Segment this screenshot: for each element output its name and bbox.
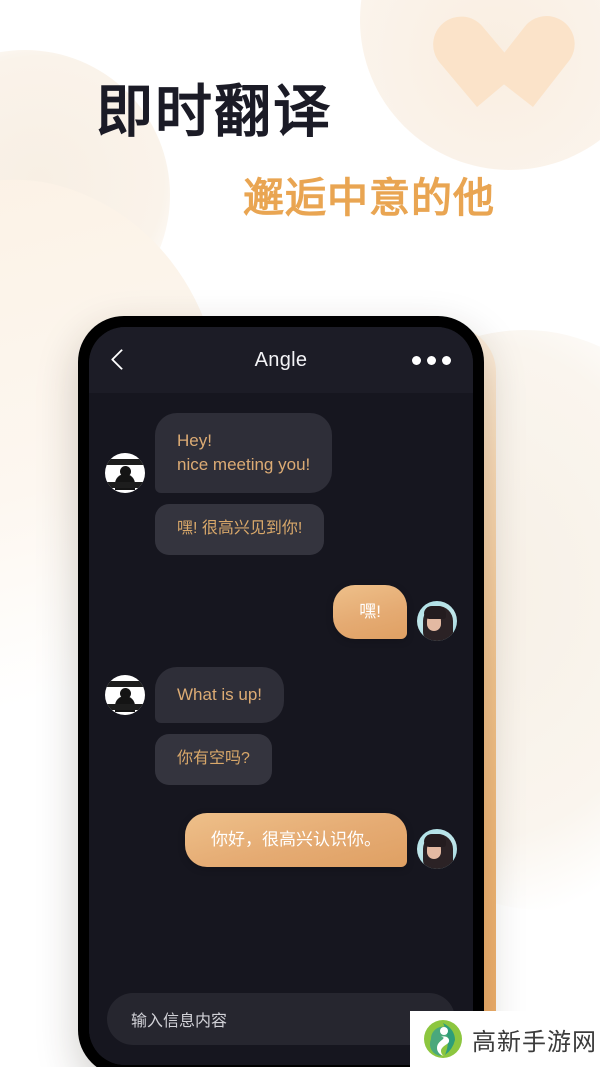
avatar-fringe [424, 605, 446, 619]
avatar-band [105, 680, 145, 687]
message-column: 你好，很高兴认识你。 [185, 812, 407, 867]
avatar[interactable] [105, 453, 145, 493]
message-row: Hey! nice meeting you! 嘿! 很高兴见到你! [105, 413, 457, 555]
message-column: What is up! 你有空吗? [155, 666, 285, 785]
message-input[interactable]: 输入信息内容 [107, 993, 455, 1045]
avatar-fringe [424, 833, 446, 847]
message-row: 你好，很高兴认识你。 [105, 812, 457, 869]
more-dots-icon[interactable] [412, 355, 451, 365]
avatar[interactable] [417, 600, 457, 641]
heart-icon [431, 17, 533, 117]
message-bubble[interactable]: Hey! nice meeting you! [155, 413, 333, 494]
avatar[interactable] [105, 674, 145, 715]
promo-page: 即时翻译 邂逅中意的他 Angle Hey! nice meeting you!… [0, 0, 600, 1067]
chevron-left-icon[interactable] [111, 348, 125, 372]
watermark-text: 高新手游网 [472, 1028, 597, 1056]
gaoxin-leaf-logo-icon [424, 1020, 462, 1058]
avatar[interactable] [417, 828, 457, 869]
watermark: 高新手游网 [410, 1011, 600, 1067]
avatar-band [105, 703, 145, 710]
message-column: Hey! nice meeting you! 嘿! 很高兴见到你! [155, 413, 333, 555]
message-row: What is up! 你有空吗? [105, 666, 457, 785]
message-bubble[interactable]: 你好，很高兴认识你。 [185, 812, 407, 867]
avatar-band [105, 459, 145, 465]
chat-header: Angle [89, 327, 473, 393]
cream-blob-top-right [360, 0, 600, 170]
phone-screen: Angle Hey! nice meeting you! 嘿! 很高兴见到你! … [89, 327, 473, 1065]
translation-bubble[interactable]: 嘿! 很高兴见到你! [155, 504, 325, 555]
page-subtitle: 邂逅中意的他 [243, 175, 495, 221]
dot [412, 355, 421, 365]
avatar-band [105, 482, 145, 488]
dot [442, 355, 451, 365]
phone-mockup: Angle Hey! nice meeting you! 嘿! 很高兴见到你! … [78, 316, 484, 1067]
translation-bubble[interactable]: 你有空吗? [155, 734, 272, 785]
message-bubble[interactable]: 嘿! [333, 584, 407, 640]
page-title: 即时翻译 [96, 80, 332, 144]
message-list[interactable]: Hey! nice meeting you! 嘿! 很高兴见到你! 嘿! Wha… [89, 393, 473, 1065]
message-row: 嘿! [105, 584, 457, 641]
message-column: 嘿! [333, 584, 407, 640]
message-bubble[interactable]: What is up! [155, 666, 285, 724]
dot [427, 355, 436, 365]
